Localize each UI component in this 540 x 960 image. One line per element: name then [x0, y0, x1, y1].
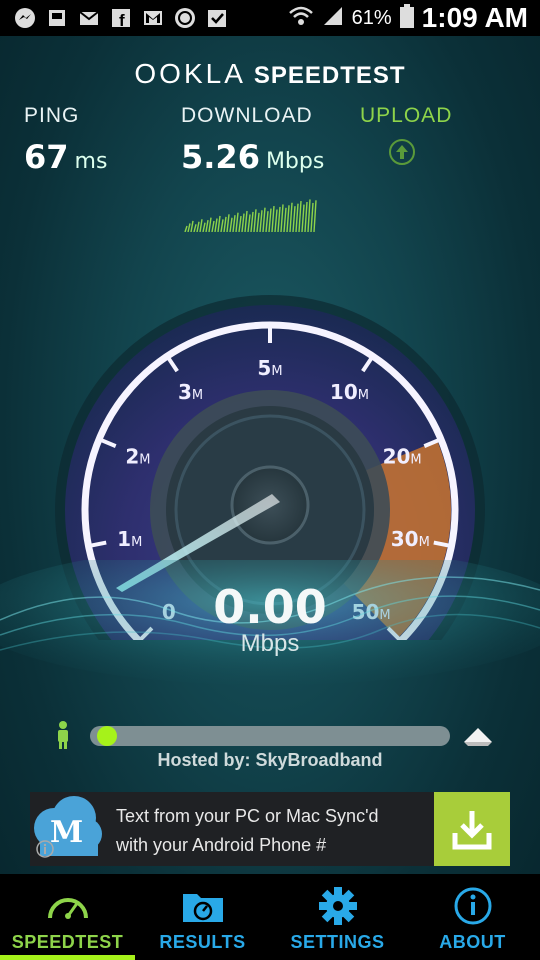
- inbox-icon: [46, 7, 68, 29]
- svg-text:f: f: [119, 11, 125, 29]
- battery-percent: 61%: [351, 6, 392, 29]
- app-header: OOKLA SPEEDTEST: [0, 58, 540, 90]
- status-bar: f 61% 1:09 AM: [0, 0, 540, 36]
- ad-banner[interactable]: M Text from your PC or Mac Sync'd with y…: [30, 792, 510, 866]
- bottom-nav: SPEEDTEST RESULTS SETTINGS ABOUT: [0, 874, 540, 960]
- ad-info-icon[interactable]: [36, 840, 54, 862]
- progress-track: [90, 726, 450, 746]
- tab-about[interactable]: ABOUT: [405, 874, 540, 960]
- download-value: 5.26 Mbps: [181, 138, 325, 176]
- test-progress: [0, 720, 540, 752]
- signal-icon: [322, 5, 344, 32]
- checkbox-icon: [206, 7, 228, 29]
- progress-indicator: [96, 726, 117, 746]
- gear-icon: [318, 887, 357, 925]
- brand-logo: OOKLA SPEEDTEST: [134, 58, 406, 89]
- info-icon: [454, 887, 491, 925]
- ping-metric: PING 67 ms: [24, 104, 107, 176]
- ping-label: PING: [24, 104, 80, 127]
- speedometer-icon: [47, 898, 88, 919]
- download-label: DOWNLOAD: [181, 104, 313, 127]
- person-icon: [54, 720, 72, 754]
- gmail-icon: [142, 7, 164, 29]
- ping-value: 67 ms: [24, 138, 108, 176]
- speed-readout: 0.00 Mbps: [0, 580, 540, 658]
- upload-label: UPLOAD: [360, 104, 453, 127]
- active-tab-indicator: [0, 955, 135, 960]
- ad-text: Text from your PC or Mac Sync'd with you…: [116, 806, 379, 855]
- server-icon: [462, 724, 494, 752]
- download-sparkline: [184, 199, 317, 232]
- download-unit: Mbps: [265, 149, 325, 174]
- wordpress-icon: [174, 7, 196, 29]
- download-icon: [452, 811, 492, 850]
- hosted-by[interactable]: Hosted by: SkyBroadband: [0, 750, 540, 771]
- clock: 1:09 AM: [421, 2, 528, 33]
- ad-download-button[interactable]: [434, 792, 510, 866]
- wifi-icon: [288, 5, 314, 32]
- svg-text:M: M: [50, 815, 83, 850]
- facebook-icon: f: [110, 7, 132, 29]
- download-metric: DOWNLOAD 5.26 Mbps: [181, 104, 324, 176]
- ping-unit: ms: [74, 149, 108, 174]
- messenger-icon: [14, 7, 36, 29]
- upload-metric: UPLOAD: [360, 104, 453, 165]
- tab-results[interactable]: RESULTS: [135, 874, 270, 960]
- current-speed-unit: Mbps: [240, 630, 300, 657]
- tab-speedtest[interactable]: SPEEDTEST: [0, 874, 135, 960]
- current-speed: 0.00: [213, 580, 327, 634]
- battery-icon: [399, 3, 414, 33]
- upload-arrow-icon: [388, 138, 415, 165]
- tab-settings[interactable]: SETTINGS: [270, 874, 405, 960]
- email-icon: [78, 7, 100, 29]
- results-folder-icon: [182, 894, 223, 922]
